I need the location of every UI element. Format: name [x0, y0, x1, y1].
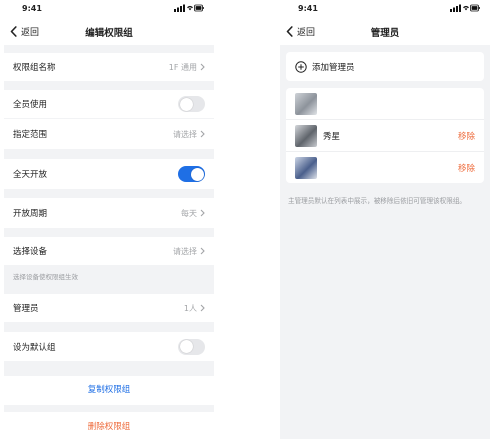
period-value: 每天	[181, 208, 197, 218]
scope-value: 请选择	[173, 129, 197, 139]
toggle-knob	[179, 97, 193, 111]
admin-name: 秀星	[323, 131, 341, 142]
all-day-toggle[interactable]	[178, 166, 205, 182]
add-admin-button[interactable]: 添加管理员	[286, 52, 484, 81]
group-name-label: 权限组名称	[13, 63, 56, 73]
remove-button[interactable]: 移除	[458, 162, 475, 174]
chevron-right-icon	[200, 63, 205, 71]
all-users-label: 全员使用	[13, 100, 48, 110]
chevron-right-icon	[200, 247, 205, 255]
add-admin-card: 添加管理员	[286, 52, 484, 81]
status-bar: 9:41	[280, 0, 490, 17]
all-day-row: 全天开放	[4, 159, 214, 189]
chevron-right-icon	[200, 130, 205, 138]
admin-value: 1人	[183, 303, 197, 313]
default-group-toggle[interactable]	[178, 338, 205, 355]
device-label: 选择设备	[13, 247, 48, 257]
avatar	[295, 156, 317, 179]
system-status-icons	[174, 4, 204, 12]
group-name-row[interactable]: 权限组名称 1F 通用	[4, 53, 214, 81]
remove-button[interactable]: 移除	[458, 130, 475, 142]
admin-label: 管理员	[13, 304, 39, 314]
add-admin-label: 添加管理员	[312, 62, 355, 73]
nav-bar: 返回 编辑权限组	[4, 17, 214, 45]
page-title: 管理员	[370, 28, 400, 39]
admin-list-screen: 9:41 返回 管理员 添加管理员 秀星 移除 移除 主管理员默认在列表中展示，…	[280, 0, 490, 439]
all-users-toggle[interactable]	[178, 96, 205, 112]
avatar	[295, 92, 317, 115]
admin-note: 主管理员默认在列表中展示，被移除后依旧可管理该权限组。	[288, 197, 467, 205]
all-day-label: 全天开放	[13, 170, 48, 180]
default-group-label: 设为默认组	[13, 342, 56, 353]
scope-row[interactable]: 指定范围 请选择	[4, 119, 214, 149]
avatar	[295, 124, 317, 147]
chevron-right-icon	[200, 209, 205, 217]
page-title: 编辑权限组	[85, 28, 133, 39]
toggle-knob	[190, 167, 204, 181]
device-hint: 选择设备使权限组生效	[13, 273, 78, 281]
status-bar: 9:41	[4, 0, 214, 17]
default-group-row: 设为默认组	[4, 332, 214, 361]
toggle-knob	[179, 340, 193, 353]
chevron-right-icon	[200, 304, 205, 312]
group-name-value: 1F 通用	[168, 62, 197, 72]
admin-list: 秀星 移除 移除	[286, 88, 484, 183]
admin-row[interactable]: 管理员 1人	[4, 294, 214, 322]
copy-group-button[interactable]: 复制权限组	[4, 376, 214, 405]
device-value: 请选择	[173, 246, 197, 256]
edit-permission-group-screen: 9:41 返回 编辑权限组 权限组名称 1F 通用 全员使用 指定范围 请选择 …	[4, 0, 214, 439]
delete-group-button[interactable]: 删除权限组	[4, 412, 214, 439]
period-row[interactable]: 开放周期 每天	[4, 198, 214, 228]
list-item: 秀星 移除	[286, 119, 484, 151]
status-time: 9:41	[298, 4, 318, 13]
plus-circle-icon	[295, 60, 307, 73]
nav-bar: 返回 管理员	[280, 17, 490, 45]
system-status-icons	[450, 4, 480, 12]
status-time: 9:41	[22, 4, 42, 13]
list-item: 移除	[286, 151, 484, 183]
scope-label: 指定范围	[13, 130, 48, 140]
all-users-row: 全员使用	[4, 90, 214, 118]
device-row[interactable]: 选择设备 请选择	[4, 237, 214, 265]
list-item	[286, 88, 484, 119]
period-label: 开放周期	[13, 209, 48, 219]
